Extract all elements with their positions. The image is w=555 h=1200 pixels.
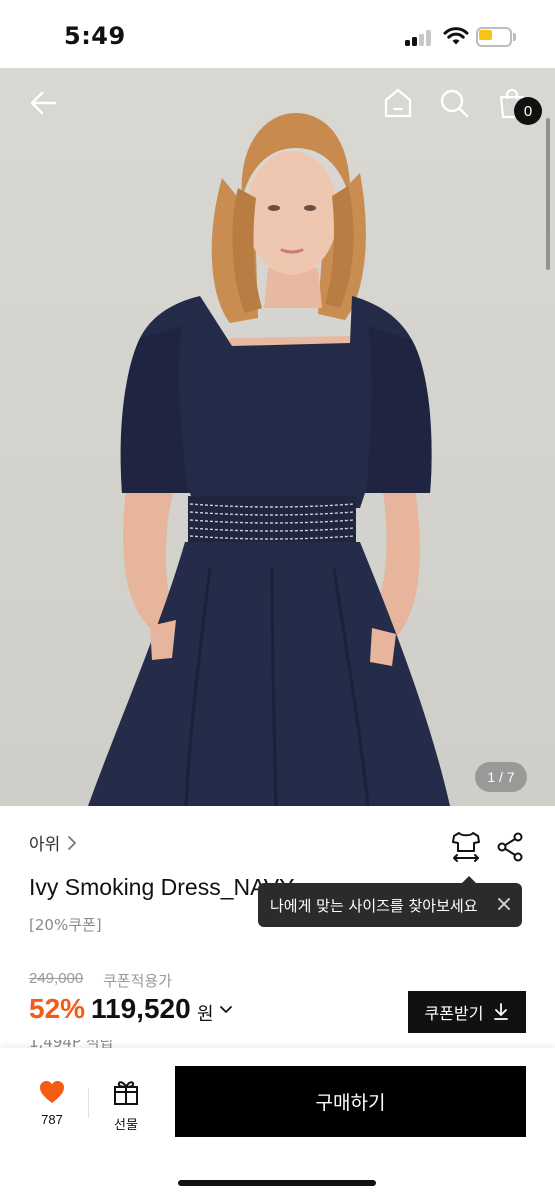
status-time: 5:49	[64, 22, 126, 50]
heart-icon	[40, 1081, 64, 1103]
status-bar: 5:49	[0, 0, 555, 68]
coupon-price-label: 쿠폰적용가	[103, 972, 173, 990]
home-button[interactable]	[380, 85, 416, 121]
brand-name: 아위	[29, 835, 61, 855]
back-button[interactable]	[25, 85, 61, 121]
get-coupon-label: 쿠폰받기	[424, 1004, 484, 1023]
home-icon	[384, 88, 412, 118]
get-coupon-button[interactable]: 쿠폰받기	[408, 991, 526, 1033]
scroll-indicator	[546, 118, 550, 270]
image-pager: 1 / 7	[475, 762, 527, 792]
divider	[88, 1088, 89, 1118]
battery-icon	[476, 27, 516, 47]
size-guide-tooltip[interactable]: 나에게 맞는 사이즈를 찾아보세요	[258, 883, 522, 927]
points-line-clipped: 1,494P 적립	[0, 1040, 555, 1048]
gift-label: 선물	[114, 1118, 138, 1133]
like-count: 787	[41, 1112, 63, 1127]
cellular-signal-icon	[405, 30, 435, 46]
gift-icon	[114, 1081, 138, 1105]
product-photo	[88, 113, 450, 806]
size-guide-icon[interactable]	[450, 830, 482, 864]
gift-button[interactable]: 선물	[104, 1078, 148, 1133]
search-button[interactable]	[436, 85, 472, 121]
points-text: 1,494P 적립	[29, 1040, 113, 1048]
back-arrow-icon	[30, 91, 57, 115]
wifi-icon	[443, 27, 469, 45]
coupon-tag: [20%쿠폰]	[29, 916, 102, 934]
chevron-right-icon	[68, 835, 77, 850]
like-button[interactable]: 787	[26, 1080, 78, 1127]
search-icon	[440, 89, 469, 118]
tooltip-text: 나에게 맞는 사이즈를 찾아보세요	[270, 896, 478, 915]
download-icon	[494, 1003, 509, 1020]
home-indicator	[178, 1180, 376, 1186]
original-price: 249,000	[29, 970, 84, 987]
cart-count-badge: 0	[514, 97, 542, 125]
product-name: Ivy Smoking Dress_NAVY	[29, 874, 295, 900]
chevron-down-icon[interactable]	[219, 1004, 233, 1016]
currency-unit: 원	[197, 1004, 214, 1025]
discount-rate: 52%	[29, 993, 86, 1024]
close-icon[interactable]	[494, 894, 514, 914]
sale-price: 119,520	[91, 993, 191, 1024]
buy-button[interactable]: 구매하기	[175, 1066, 526, 1137]
brand-link[interactable]: 아위	[29, 830, 78, 855]
product-image-gallery[interactable]: 1 / 7	[0, 68, 555, 806]
share-icon[interactable]	[496, 832, 524, 862]
